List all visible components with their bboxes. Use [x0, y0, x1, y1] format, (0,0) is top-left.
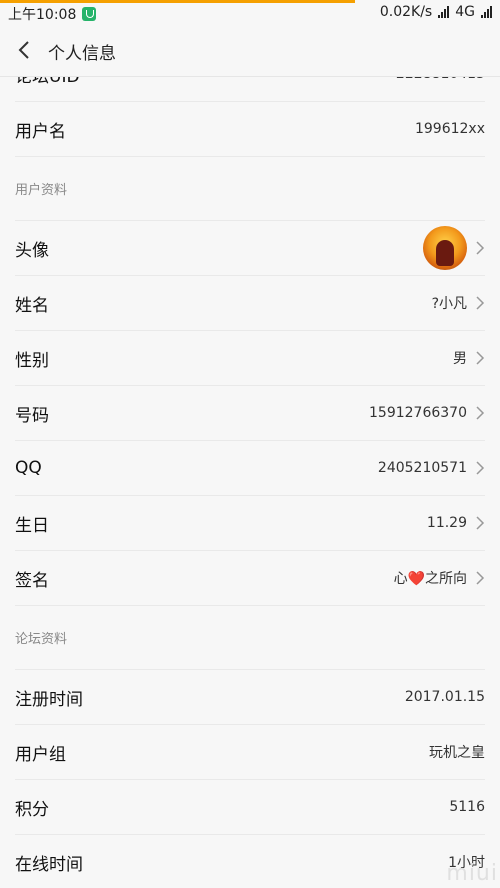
- chevron-right-icon: [476, 351, 485, 365]
- row-value: 玩机之皇: [429, 745, 485, 761]
- wifi-signal-icon: [438, 6, 450, 18]
- row-qq[interactable]: QQ 2405210571: [15, 441, 485, 496]
- row-label: 生日: [15, 515, 49, 536]
- row-label: 用户名: [15, 121, 66, 142]
- clock: 上午10:08: [8, 7, 77, 23]
- navigation-bar: 个人信息: [0, 24, 500, 77]
- chevron-right-icon: [476, 571, 485, 585]
- row-label: QQ: [15, 458, 42, 478]
- row-value: 11.29: [426, 515, 467, 531]
- row-label: 号码: [15, 405, 49, 426]
- cell-signal-icon: [481, 6, 492, 18]
- heart-icon: ❤️: [407, 571, 425, 587]
- row-online-time: 在线时间 1小时: [15, 835, 485, 888]
- row-username: 用户名 199612xx: [15, 102, 485, 157]
- network-speed: 0.02K/s: [379, 4, 433, 20]
- chevron-right-icon: [476, 296, 485, 310]
- row-points: 积分 5116: [15, 780, 485, 835]
- row-label: 头像: [15, 240, 49, 261]
- signature-suffix: 之所向: [425, 571, 467, 587]
- row-value: 男: [453, 351, 467, 367]
- row-name[interactable]: 姓名 ?小凡: [15, 276, 485, 331]
- row-birthday[interactable]: 生日 11.29: [15, 496, 485, 551]
- chevron-left-icon: [18, 41, 29, 59]
- row-signature[interactable]: 签名 心❤️之所向: [15, 551, 485, 606]
- row-user-group: 用户组 玩机之皇: [15, 725, 485, 780]
- row-label: 积分: [15, 799, 49, 820]
- row-label: 在线时间: [15, 854, 83, 875]
- row-forum-uid: 论坛UID 2228810415: [15, 77, 485, 102]
- row-value: 5116: [449, 799, 485, 815]
- security-shield-icon: [82, 7, 97, 21]
- row-label: 论坛UID: [15, 77, 80, 87]
- row-label: 签名: [15, 570, 49, 591]
- page-title: 个人信息: [48, 44, 116, 64]
- row-label: 用户组: [15, 744, 66, 765]
- section-header-forum: 论坛资料: [15, 606, 485, 670]
- chevron-right-icon: [476, 406, 485, 420]
- row-value: 15912766370: [369, 405, 467, 421]
- status-bar: 上午10:08 0.02K/s 4G: [0, 0, 500, 24]
- row-value: ?小凡: [431, 296, 467, 312]
- chevron-right-icon: [476, 461, 485, 475]
- loading-progress-bar: [0, 0, 355, 3]
- chevron-right-icon: [476, 241, 485, 255]
- row-register-date: 注册时间 2017.01.15: [15, 670, 485, 725]
- row-value: 2405210571: [377, 460, 467, 476]
- row-value: 2228810415: [396, 77, 485, 82]
- row-value: 心❤️之所向: [394, 568, 467, 588]
- row-phone[interactable]: 号码 15912766370: [15, 386, 485, 441]
- row-label: 性别: [15, 350, 49, 371]
- row-value: 199612xx: [414, 121, 485, 137]
- signature-prefix: 心: [393, 571, 408, 587]
- row-label: 注册时间: [15, 689, 83, 710]
- row-gender[interactable]: 性别 男: [15, 331, 485, 386]
- chevron-right-icon: [476, 516, 485, 530]
- network-type: 4G: [455, 4, 475, 20]
- avatar: [423, 226, 467, 270]
- row-label: 姓名: [15, 295, 49, 316]
- row-value: 2017.01.15: [404, 689, 485, 705]
- row-avatar[interactable]: 头像: [15, 221, 485, 276]
- back-button[interactable]: [14, 38, 34, 62]
- miui-watermark: miui: [446, 861, 498, 886]
- section-header-profile: 用户资料: [15, 157, 485, 221]
- profile-list[interactable]: 论坛UID 2228810415 用户名 199612xx 用户资料 头像 姓名…: [0, 77, 500, 888]
